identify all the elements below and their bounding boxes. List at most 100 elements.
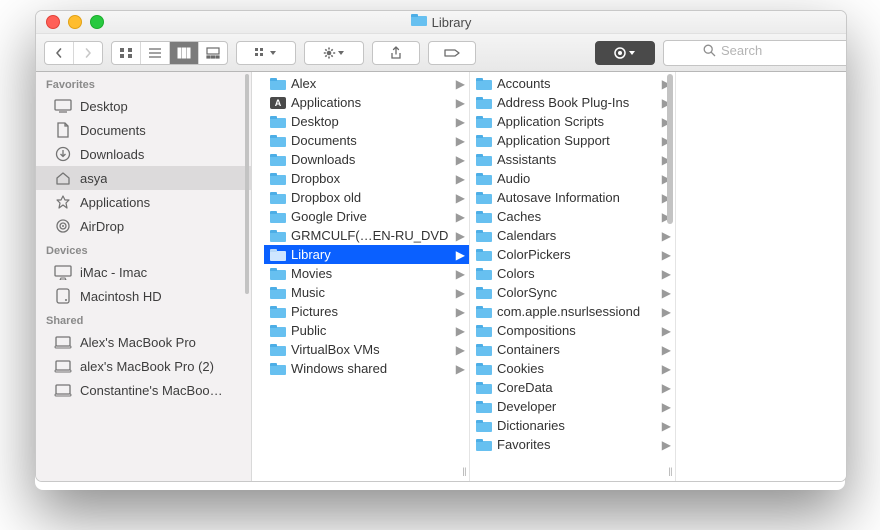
file-row[interactable]: Assistants▶ <box>470 150 675 169</box>
sidebar-item-desktop[interactable]: Desktop <box>36 94 251 118</box>
file-label: Dropbox <box>291 171 451 186</box>
sidebar-item-label: alex's MacBook Pro (2) <box>80 359 214 374</box>
arrange-button[interactable] <box>236 41 296 65</box>
file-row[interactable]: Application Support▶ <box>470 131 675 150</box>
sidebar-item-asya[interactable]: asya <box>36 166 251 190</box>
sidebar-scrollbar[interactable] <box>245 74 249 481</box>
file-label: Dropbox old <box>291 190 451 205</box>
file-row[interactable]: Downloads▶ <box>264 150 469 169</box>
folder-icon <box>476 230 492 242</box>
file-row[interactable]: Accounts▶ <box>470 74 675 93</box>
file-row[interactable]: Dictionaries▶ <box>470 416 675 435</box>
sidebar-item-macintosh-hd[interactable]: Macintosh HD <box>36 284 251 308</box>
column-resize-handle[interactable]: ‖ <box>462 465 465 479</box>
remote-icon <box>54 357 72 375</box>
file-row[interactable]: Library▶ <box>264 245 469 264</box>
file-row[interactable]: Windows shared▶ <box>264 359 469 378</box>
sidebar-group-header: Shared <box>36 308 251 330</box>
file-row[interactable]: GRMCULF(…EN-RU_DVD▶ <box>264 226 469 245</box>
file-row[interactable]: Caches▶ <box>470 207 675 226</box>
window-title-text: Library <box>432 15 472 30</box>
sidebar-item-downloads[interactable]: Downloads <box>36 142 251 166</box>
zoom-button[interactable] <box>90 15 104 29</box>
minimize-button[interactable] <box>68 15 82 29</box>
sidebar-item-alex-s-macbook-pro-2-[interactable]: alex's MacBook Pro (2) <box>36 354 251 378</box>
chevron-right-icon: ▶ <box>456 248 465 262</box>
close-button[interactable] <box>46 15 60 29</box>
file-row[interactable]: Colors▶ <box>470 264 675 283</box>
titlebar: Library <box>36 11 846 34</box>
file-row[interactable]: Google Drive ▶ <box>264 207 469 226</box>
file-row[interactable]: Compositions▶ <box>470 321 675 340</box>
file-row[interactable]: Desktop▶ <box>264 112 469 131</box>
file-label: Application Support <box>497 133 657 148</box>
folder-icon <box>476 97 492 109</box>
file-label: Documents <box>291 133 451 148</box>
search-field-wrapper: Search <box>663 40 838 66</box>
column-resize-handle[interactable]: ‖ <box>668 465 671 479</box>
toolbar: Search <box>36 34 846 72</box>
file-row[interactable]: Documents▶ <box>264 131 469 150</box>
file-label: Music <box>291 285 451 300</box>
file-row[interactable]: Autosave Information▶ <box>470 188 675 207</box>
file-row[interactable]: Music▶ <box>264 283 469 302</box>
folder-icon <box>270 230 286 242</box>
file-label: Google Drive <box>291 209 451 224</box>
file-row[interactable]: VirtualBox VMs ▶ <box>264 340 469 359</box>
chevron-right-icon: ▶ <box>456 343 465 357</box>
folder-icon <box>476 439 492 451</box>
file-row[interactable]: ColorPickers▶ <box>470 245 675 264</box>
folder-icon <box>270 268 286 280</box>
file-row[interactable]: Calendars▶ <box>470 226 675 245</box>
app-icon <box>270 97 286 109</box>
file-label: Developer <box>497 399 657 414</box>
back-button[interactable] <box>45 42 74 64</box>
file-row[interactable]: com.apple.nsurlsessiond▶ <box>470 302 675 321</box>
sidebar-item-alex-s-macbook-pro[interactable]: Alex's MacBook Pro <box>36 330 251 354</box>
file-row[interactable]: Dropbox▶ <box>264 169 469 188</box>
file-row[interactable]: Cookies▶ <box>470 359 675 378</box>
dropbox-button[interactable] <box>595 41 655 65</box>
search-input[interactable] <box>663 40 847 66</box>
sidebar-item-applications[interactable]: Applications <box>36 190 251 214</box>
gallery-view-button[interactable] <box>199 42 227 64</box>
share-button[interactable] <box>372 41 420 65</box>
action-button[interactable] <box>304 41 364 65</box>
file-row[interactable]: Movies▶ <box>264 264 469 283</box>
forward-button[interactable] <box>74 42 102 64</box>
file-row[interactable]: Dropbox old▶ <box>264 188 469 207</box>
tags-button[interactable] <box>428 41 476 65</box>
column-2: Accounts▶Address Book Plug-Ins▶Applicati… <box>470 72 676 482</box>
icon-view-button[interactable] <box>112 42 141 64</box>
file-label: Favorites <box>497 437 657 452</box>
file-row[interactable]: Containers▶ <box>470 340 675 359</box>
sidebar-item-label: Alex's MacBook Pro <box>80 335 196 350</box>
desktop-icon <box>54 97 72 115</box>
file-row[interactable]: Favorites▶ <box>470 435 675 454</box>
sidebar-item-airdrop[interactable]: AirDrop <box>36 214 251 238</box>
sidebar-item-constantine-s-macboo-[interactable]: Constantine's MacBoo… <box>36 378 251 402</box>
file-label: CoreData <box>497 380 657 395</box>
downloads-icon <box>54 145 72 163</box>
folder-icon <box>476 268 492 280</box>
file-row[interactable]: Audio▶ <box>470 169 675 188</box>
list-view-button[interactable] <box>141 42 170 64</box>
file-row[interactable]: Public▶ <box>264 321 469 340</box>
sidebar-item-documents[interactable]: Documents <box>36 118 251 142</box>
file-label: VirtualBox VMs <box>291 342 451 357</box>
file-row[interactable]: Alex▶ <box>264 74 469 93</box>
sidebar-item-imac-imac[interactable]: iMac - Imac <box>36 260 251 284</box>
chevron-right-icon: ▶ <box>456 229 465 243</box>
chevron-right-icon: ▶ <box>456 210 465 224</box>
column-scrollbar[interactable] <box>667 74 673 459</box>
folder-icon <box>476 116 492 128</box>
file-row[interactable]: Application Scripts▶ <box>470 112 675 131</box>
file-row[interactable]: Pictures▶ <box>264 302 469 321</box>
file-row[interactable]: Applications▶ <box>264 93 469 112</box>
column-view-button[interactable] <box>170 42 199 64</box>
file-label: Windows shared <box>291 361 451 376</box>
file-row[interactable]: Developer▶ <box>470 397 675 416</box>
file-row[interactable]: CoreData▶ <box>470 378 675 397</box>
file-row[interactable]: Address Book Plug-Ins▶ <box>470 93 675 112</box>
file-row[interactable]: ColorSync▶ <box>470 283 675 302</box>
